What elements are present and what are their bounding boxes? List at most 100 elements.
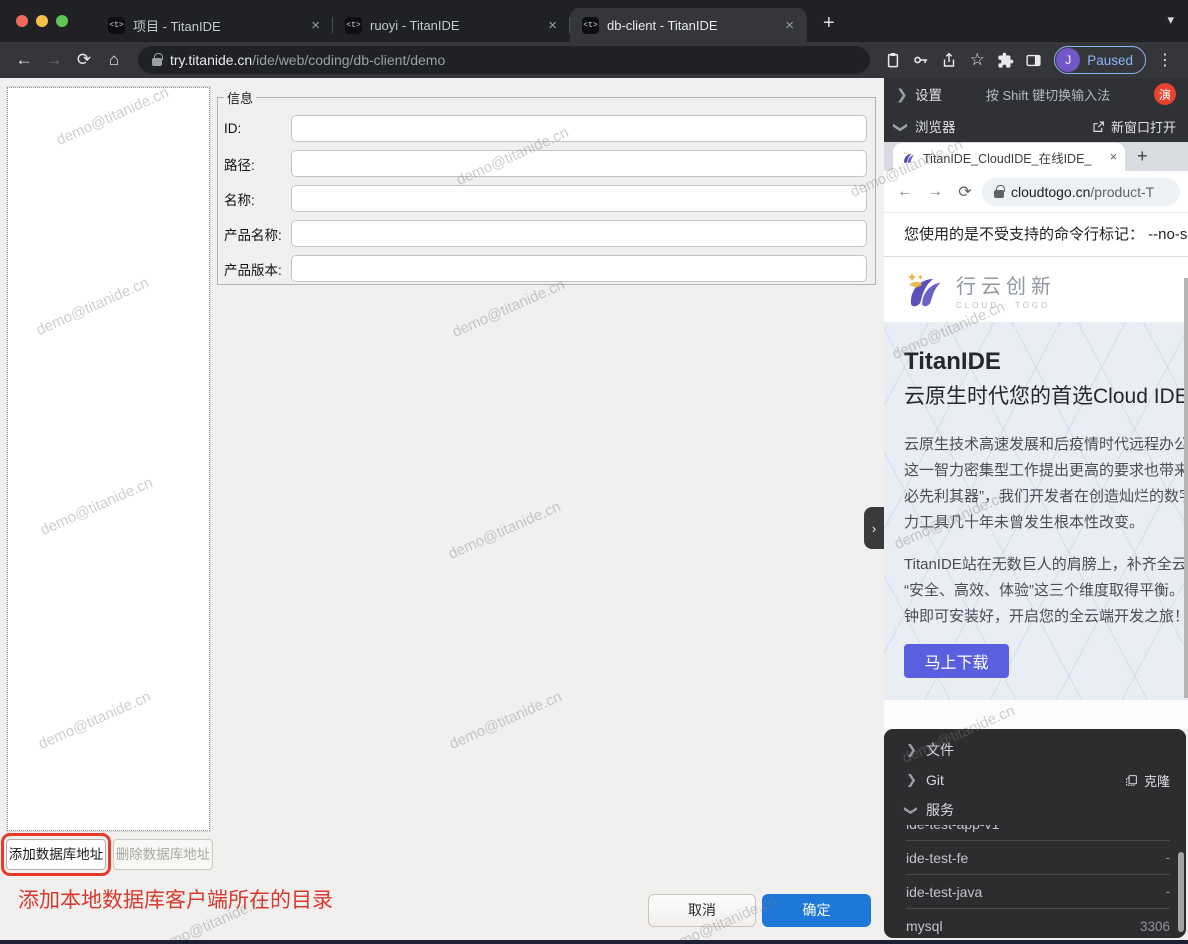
- close-icon[interactable]: ×: [308, 17, 323, 34]
- window-close-icon[interactable]: [16, 15, 28, 27]
- key-icon[interactable]: [908, 47, 934, 73]
- page-gap: [884, 700, 1188, 729]
- field-label: 产品版本:: [224, 259, 291, 279]
- browser-section-row[interactable]: ❯ 浏览器 新窗口打开: [884, 110, 1188, 142]
- mini-lock-icon: [994, 190, 1004, 198]
- explorer-panel: ❯ 文件 ❯ Git 克隆 ❯ 服务 ide-test-app-v1-ide-t…: [884, 729, 1186, 938]
- chevron-right-icon: ❯: [906, 772, 916, 788]
- profile-button[interactable]: J Paused: [1054, 46, 1146, 74]
- browser-section-label: 浏览器: [915, 116, 956, 136]
- demo-badge: 演: [1154, 83, 1176, 105]
- git-section-row[interactable]: ❯ Git 克隆: [884, 765, 1186, 795]
- service-row[interactable]: ide-test-fe-: [906, 841, 1170, 875]
- bookmark-star-icon[interactable]: ☆: [964, 47, 990, 73]
- menu-icon[interactable]: ⋮: [1152, 47, 1178, 73]
- side-panel-icon[interactable]: [1020, 47, 1046, 73]
- db-address-listbox[interactable]: [7, 87, 210, 831]
- service-row[interactable]: ide-test-java-: [906, 875, 1170, 909]
- browser-tab[interactable]: <t>项目 - TitanIDE×: [96, 8, 333, 42]
- brand-name: 行云创新: [956, 270, 1056, 299]
- open-new-window-button[interactable]: 新窗口打开: [1092, 117, 1176, 136]
- service-row[interactable]: ide-test-app-v1-: [906, 823, 1170, 841]
- reload-icon[interactable]: ⟳: [70, 46, 98, 74]
- field-label: 路径:: [224, 154, 291, 174]
- lock-icon: [152, 58, 162, 66]
- open-new-window-icon: [1092, 120, 1105, 133]
- services-section-row[interactable]: ❯ 服务: [884, 795, 1186, 825]
- site-header: 行云创新 CLOUD · TOGO: [884, 257, 1188, 322]
- chevron-down-icon: ❯: [893, 121, 910, 131]
- files-section-row[interactable]: ❯ 文件: [884, 735, 1186, 765]
- field-input[interactable]: [291, 150, 867, 177]
- download-button[interactable]: 马上下载: [904, 644, 1009, 678]
- cloudtogo-favicon-icon: [901, 151, 916, 164]
- close-icon[interactable]: ×: [782, 17, 797, 34]
- field-input[interactable]: [291, 185, 867, 212]
- cloudtogo-logo-icon: [902, 271, 946, 309]
- macos-window-controls[interactable]: [16, 15, 68, 27]
- forward-icon[interactable]: →: [40, 46, 68, 74]
- mini-browser-tab[interactable]: TitanIDE_CloudIDE_在线IDE_ ×: [893, 143, 1125, 171]
- url-host: try.titanide.cn: [170, 52, 252, 68]
- settings-section-row[interactable]: ❯ 设置 按 Shift 键切换输入法 演: [884, 78, 1188, 110]
- mini-back-icon[interactable]: ←: [892, 183, 918, 201]
- window-zoom-icon[interactable]: [56, 15, 68, 27]
- add-db-address-button[interactable]: 添加数据库地址: [6, 839, 106, 870]
- field-input[interactable]: [291, 115, 867, 142]
- mini-url-host: cloudtogo.cn: [1011, 184, 1090, 200]
- app-window: <t>项目 - TitanIDE×<t>ruoyi - TitanIDE×<t>…: [0, 0, 1188, 944]
- explorer-scrollbar[interactable]: [1178, 852, 1184, 932]
- field-input[interactable]: [291, 220, 867, 247]
- settings-label: 设置: [915, 84, 942, 104]
- tab-search-chevron-icon[interactable]: ▾: [1167, 12, 1174, 28]
- mini-tab-title: TitanIDE_CloudIDE_在线IDE_: [923, 148, 1103, 167]
- service-row[interactable]: mysql3306: [906, 909, 1170, 938]
- files-label: 文件: [926, 740, 954, 760]
- mini-page-scrollbar[interactable]: [1184, 278, 1188, 698]
- annotation-text: 添加本地数据库客户端所在的目录: [18, 884, 333, 914]
- mini-new-tab-button[interactable]: +: [1137, 146, 1148, 167]
- cancel-button[interactable]: 取消: [648, 894, 756, 927]
- hero-section: TitanIDE 云原生时代您的首选Cloud IDE 云原生技术高速发展和后疫…: [884, 322, 1188, 700]
- browser-tab[interactable]: <t>ruoyi - TitanIDE×: [333, 8, 570, 42]
- service-port: 3306: [1140, 919, 1170, 934]
- avatar: J: [1056, 48, 1080, 72]
- sandbox-warning-bar: 您使用的是不受支持的命令行标记： --no-sand: [884, 212, 1188, 257]
- share-icon[interactable]: [936, 47, 962, 73]
- remove-db-address-button[interactable]: 删除数据库地址: [113, 839, 213, 870]
- form-row: 名称:: [224, 181, 867, 216]
- field-input[interactable]: [291, 255, 867, 282]
- browser-tabstrip: <t>项目 - TitanIDE×<t>ruoyi - TitanIDE×<t>…: [0, 0, 1188, 42]
- clone-icon: [1125, 774, 1138, 787]
- browser-toolbar: ← → ⟳ ⌂ try.titanide.cn/ide/web/coding/d…: [0, 42, 1188, 78]
- git-label: Git: [926, 772, 944, 788]
- extensions-icon[interactable]: [992, 47, 1018, 73]
- db-client-page: 信息 ID:路径:名称:产品名称:产品版本: 添加数据库地址 删除数据库地址 添…: [0, 78, 884, 944]
- hero-paragraph-1: 云原生技术高速发展和后疫情时代远程办公等新 这一智力密集型工作提出更高的要求也带…: [904, 432, 1188, 536]
- hero-subtitle: 云原生时代您的首选Cloud IDE: [904, 380, 1188, 410]
- hero-paragraph-2: TitanIDE站在无数巨人的肩膀上，补齐全云端开 “安全、高效、体验”这三个维…: [904, 552, 1188, 630]
- mini-address-bar[interactable]: cloudtogo.cn/product-T: [982, 178, 1180, 206]
- home-icon[interactable]: ⌂: [100, 46, 128, 74]
- ide-side-panel: ❯ 设置 按 Shift 键切换输入法 演 ❯ 浏览器 新窗口打开 TitanI…: [884, 78, 1188, 944]
- mini-forward-icon[interactable]: →: [922, 183, 948, 201]
- confirm-button[interactable]: 确定: [762, 894, 871, 927]
- ime-hint: 按 Shift 键切换输入法: [951, 85, 1145, 104]
- git-clone-button[interactable]: 克隆: [1125, 771, 1170, 790]
- clipboard-icon[interactable]: [880, 47, 906, 73]
- mini-reload-icon[interactable]: ⟳: [952, 182, 978, 202]
- window-minimize-icon[interactable]: [36, 15, 48, 27]
- browser-tab[interactable]: <t> db-client - TitanIDE ×: [570, 8, 807, 42]
- panel-collapse-handle[interactable]: ›: [864, 507, 884, 549]
- hero-title: TitanIDE: [904, 348, 1188, 376]
- sync-status-label: Paused: [1087, 53, 1133, 68]
- back-icon[interactable]: ←: [10, 46, 38, 74]
- close-icon[interactable]: ×: [545, 17, 560, 34]
- new-tab-button[interactable]: +: [817, 12, 841, 35]
- tab-title: db-client - TitanIDE: [607, 18, 774, 33]
- close-icon[interactable]: ×: [1110, 150, 1117, 164]
- chevron-right-icon: ❯: [906, 742, 916, 758]
- address-bar[interactable]: try.titanide.cn/ide/web/coding/db-client…: [138, 46, 870, 74]
- titanide-favicon-icon: <t>: [582, 17, 599, 34]
- bottom-edge-strip: [0, 940, 1188, 944]
